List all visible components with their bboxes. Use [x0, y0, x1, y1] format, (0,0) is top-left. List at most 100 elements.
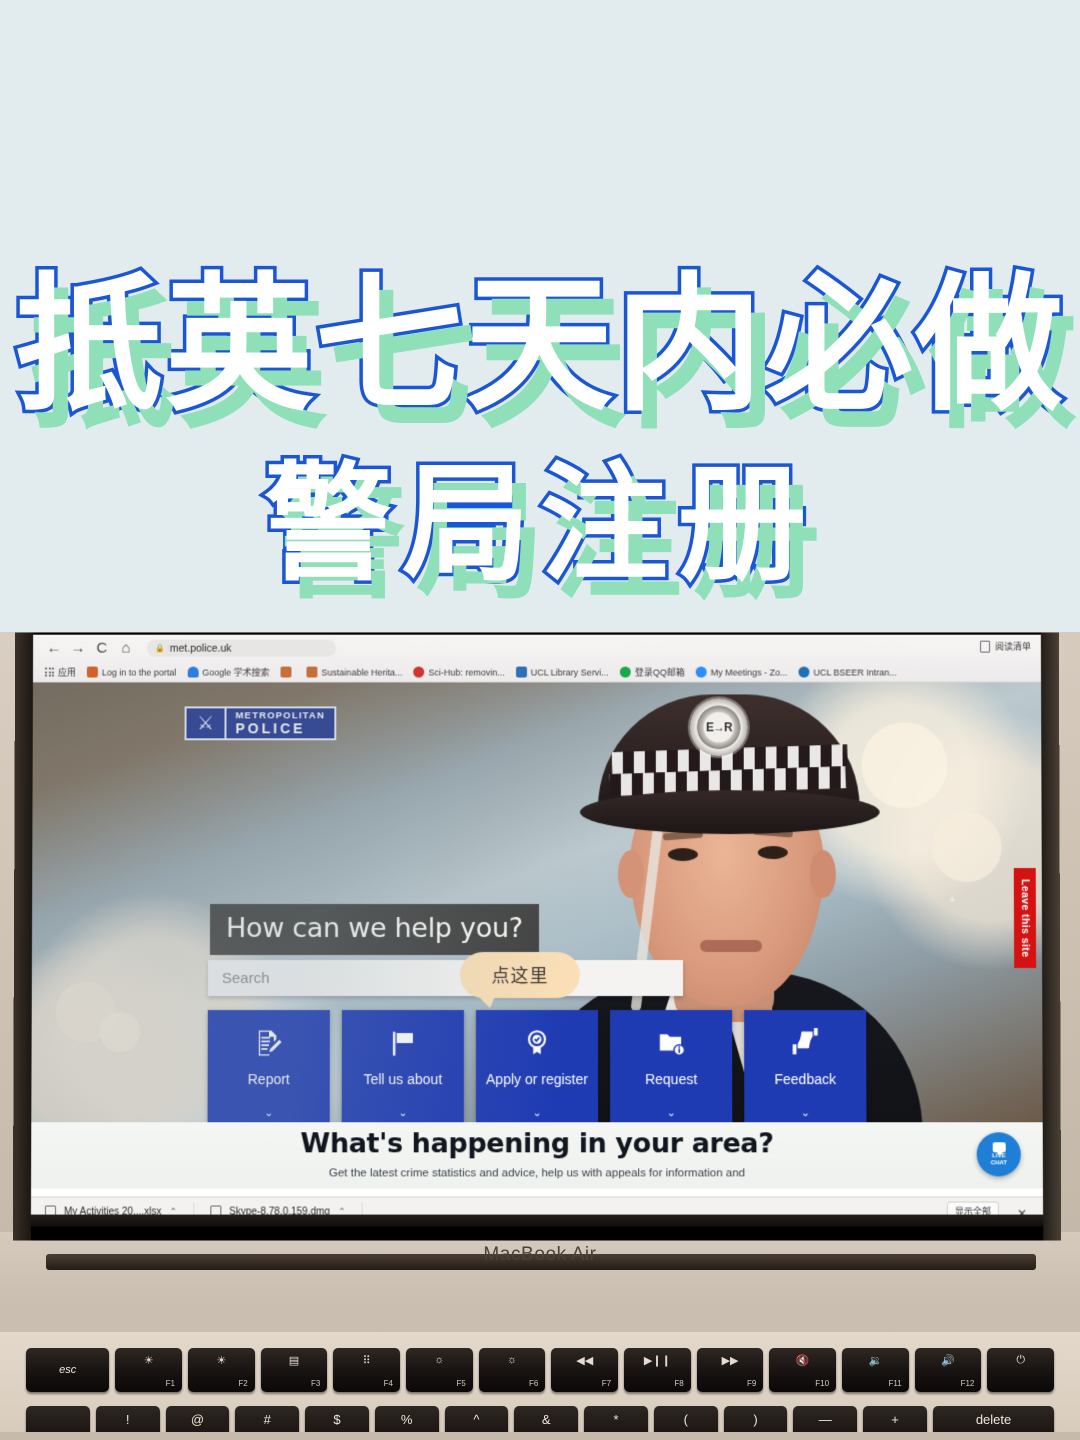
key-2[interactable]: @: [166, 1406, 230, 1432]
tile-apply-or-register[interactable]: Apply or register ⌄: [476, 1010, 598, 1122]
tile-feedback[interactable]: Feedback ⌄: [744, 1010, 866, 1122]
bookmark-label: 应用: [58, 666, 76, 679]
quick-action-tiles: Report ⌄ Tell us about ⌄ Apply or regist…: [208, 1010, 867, 1122]
bookmark-apps[interactable]: 应用: [45, 666, 76, 679]
address-bar-url: met.police.uk: [170, 642, 232, 654]
tile-tell-us-about[interactable]: Tell us about ⌄: [342, 1010, 464, 1122]
laptop-photo-scene: ← → C ⌂ 🔒 met.police.uk 阅读清单 应用 Log in t…: [0, 632, 1080, 1440]
key-esc[interactable]: esc: [26, 1348, 109, 1392]
tile-report[interactable]: Report ⌄: [208, 1010, 330, 1122]
key-f2[interactable]: ☀ F2: [188, 1348, 255, 1392]
bookmark-google-scholar[interactable]: Google 学术搜索: [187, 666, 269, 679]
leave-this-site-button[interactable]: Leave this site: [1014, 868, 1036, 968]
key-fn-label: F11: [889, 1379, 902, 1388]
key-f5[interactable]: ☼ F5: [406, 1348, 473, 1392]
live-chat-line-2: CHAT: [991, 1160, 1007, 1167]
key-f10[interactable]: 🔇 F10: [769, 1348, 836, 1392]
fast-forward-icon: ▶▶: [697, 1354, 764, 1367]
officer-ear-right: [810, 850, 836, 898]
key-8[interactable]: *: [584, 1406, 648, 1432]
key-f9[interactable]: ▶▶ F9: [697, 1348, 764, 1392]
power-icon: ⏻: [987, 1354, 1054, 1367]
officer-eye-right: [758, 846, 788, 859]
play-pause-icon: ▶❙❙: [624, 1354, 691, 1367]
key-4[interactable]: $: [305, 1406, 369, 1432]
key-minus[interactable]: —: [793, 1406, 857, 1432]
bokeh-light: [100, 1012, 140, 1052]
key-9[interactable]: (: [654, 1406, 718, 1432]
officer-face: [630, 760, 824, 1006]
bookmark-label: Sci-Hub: removin...: [428, 667, 504, 677]
bookmark-label: 登录QQ邮箱: [635, 666, 685, 679]
bookmark-ucl-library[interactable]: UCL Library Servi...: [516, 667, 609, 678]
key-3[interactable]: #: [235, 1406, 299, 1432]
bookmark-thumb-1[interactable]: [281, 667, 296, 678]
bookmark-portal[interactable]: Log in to the portal: [87, 667, 176, 678]
poster-title-card: 抵英七天内必做 警局注册: [0, 0, 1080, 632]
reading-list-button[interactable]: 阅读清单: [980, 640, 1031, 653]
key-f6[interactable]: ☼ F6: [479, 1348, 546, 1392]
key-delete[interactable]: delete: [933, 1406, 1054, 1432]
report-document-pencil-icon: [254, 1024, 284, 1062]
laptop-screen: ← → C ⌂ 🔒 met.police.uk 阅读清单 应用 Log in t…: [13, 633, 1061, 1241]
key-f3[interactable]: ▤ F3: [261, 1348, 328, 1392]
bookmark-sci-hub[interactable]: Sci-Hub: removin...: [413, 667, 504, 678]
key-f8[interactable]: ▶❙❙ F8: [624, 1348, 691, 1392]
police-officer-photo: [502, 682, 933, 1122]
key-1[interactable]: !: [96, 1406, 160, 1432]
key-power[interactable]: ⏻: [987, 1348, 1054, 1392]
key-7[interactable]: &: [514, 1406, 578, 1432]
address-bar[interactable]: 🔒 met.police.uk: [147, 640, 337, 657]
key-f12[interactable]: 🔊 F12: [915, 1348, 982, 1392]
bookmark-ucl-bseer[interactable]: UCL BSEER Intran...: [798, 667, 897, 678]
sharepoint-icon: [798, 667, 809, 678]
met-police-logo[interactable]: ⚔ METROPOLITAN POLICE: [185, 706, 337, 740]
click-here-callout: 点这里: [460, 952, 580, 998]
key-f4[interactable]: ⠿ F4: [333, 1348, 400, 1392]
key-fn-label: F6: [529, 1379, 538, 1388]
key-6[interactable]: ^: [445, 1406, 509, 1432]
rosette-check-icon: [522, 1024, 552, 1062]
key-f7[interactable]: ◀◀ F7: [551, 1348, 618, 1392]
portal-icon: [87, 667, 98, 678]
browser-toolbar: ← → C ⌂ 🔒 met.police.uk 阅读清单: [33, 635, 1041, 662]
key-0[interactable]: ): [724, 1406, 788, 1432]
key-fn-label: F1: [166, 1379, 175, 1388]
bookmark-zoom[interactable]: My Meetings - Zo...: [696, 667, 788, 678]
key-equals[interactable]: +: [863, 1406, 927, 1432]
area-heading: What's happening in your area?: [31, 1128, 1043, 1159]
key-f11[interactable]: 🔉 F11: [842, 1348, 909, 1392]
key-fn-label: F4: [384, 1379, 393, 1388]
folder-info-icon: [656, 1024, 686, 1062]
bookmark-thumb-icon: [281, 667, 292, 678]
flag-icon: [388, 1024, 418, 1062]
laptop-keyboard: esc ☀ F1 ☀ F2 ▤ F3 ⠿ F4 ☼ F5 ☼ F6 ◀◀ F7 …: [0, 1332, 1080, 1432]
officer-collar-left: [637, 984, 716, 1112]
bookmark-qq-mail[interactable]: 登录QQ邮箱: [620, 666, 685, 679]
officer-neck: [674, 922, 774, 1022]
tile-label: Tell us about: [357, 1071, 448, 1087]
key-f1[interactable]: ☀ F1: [115, 1348, 182, 1392]
home-icon[interactable]: ⌂: [115, 637, 137, 659]
key-backtick[interactable]: [26, 1406, 90, 1432]
search-input[interactable]: Search: [208, 960, 683, 996]
forward-icon[interactable]: →: [67, 637, 89, 659]
screen-bezel-bottom: [31, 1215, 1043, 1227]
bookmark-label: Log in to the portal: [102, 667, 176, 677]
tile-request[interactable]: Request ⌄: [610, 1010, 732, 1122]
bookmark-sustainable-heritage[interactable]: Sustainable Herita...: [307, 667, 403, 678]
key-fn-label: F5: [456, 1379, 465, 1388]
launchpad-icon: ⠿: [333, 1354, 400, 1367]
bookmark-label: Google 学术搜索: [202, 666, 269, 679]
key-5[interactable]: %: [375, 1406, 439, 1432]
mission-control-icon: ▤: [261, 1354, 328, 1367]
officer-brow-right: [753, 828, 793, 838]
volume-up-icon: 🔊: [915, 1354, 982, 1367]
back-icon[interactable]: ←: [43, 637, 65, 659]
officer-collar-right: [722, 984, 798, 1112]
ucl-library-icon: [516, 667, 527, 678]
reload-icon[interactable]: C: [91, 637, 113, 659]
bookmark-label: UCL Library Servi...: [531, 667, 609, 677]
keyboard-backlight-up-icon: ☼: [479, 1354, 546, 1366]
live-chat-button[interactable]: LIVE CHAT: [977, 1132, 1021, 1176]
